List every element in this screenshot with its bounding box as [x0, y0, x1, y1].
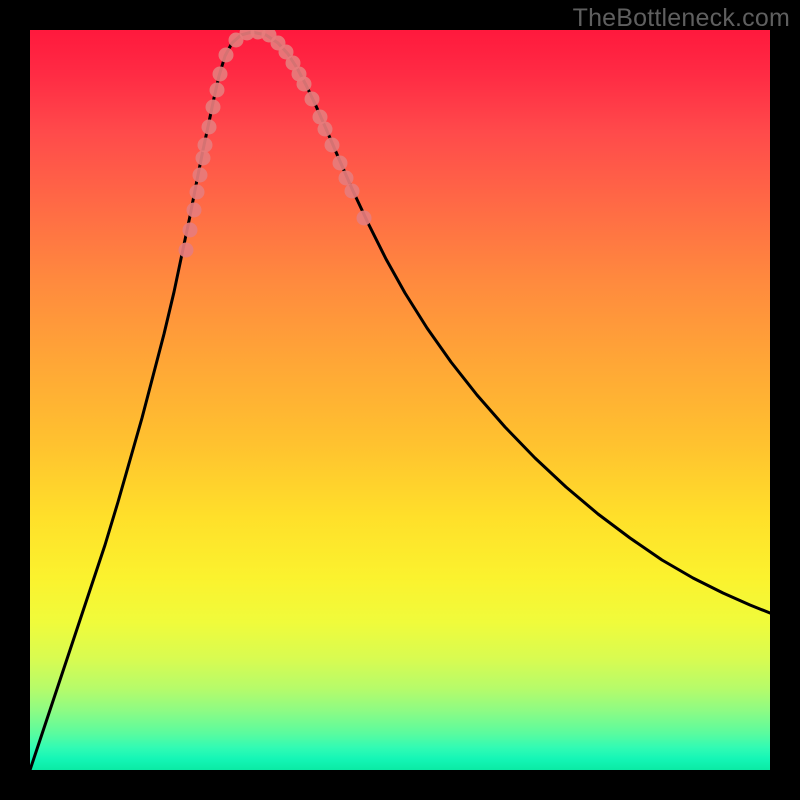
chart-stage: TheBottleneck.com	[0, 0, 800, 800]
curve-right-branch	[252, 32, 770, 613]
data-marker	[196, 151, 211, 166]
data-marker	[190, 185, 205, 200]
data-marker	[305, 92, 320, 107]
data-marker	[206, 100, 221, 115]
plot-area	[30, 30, 770, 770]
watermark-label: TheBottleneck.com	[573, 4, 790, 33]
data-marker	[357, 211, 372, 226]
data-marker	[345, 184, 360, 199]
data-marker	[333, 156, 348, 171]
data-marker	[213, 67, 228, 82]
data-marker	[297, 77, 312, 92]
data-marker	[187, 203, 202, 218]
data-marker	[318, 122, 333, 137]
data-marker	[193, 168, 208, 183]
data-marker	[210, 83, 225, 98]
data-marker	[183, 223, 198, 238]
data-marker	[202, 120, 217, 135]
data-marker	[179, 243, 194, 258]
data-marker	[198, 138, 213, 153]
curve-layer	[30, 30, 770, 770]
curve-left-branch	[30, 32, 252, 770]
data-marker	[325, 138, 340, 153]
data-marker	[219, 48, 234, 63]
